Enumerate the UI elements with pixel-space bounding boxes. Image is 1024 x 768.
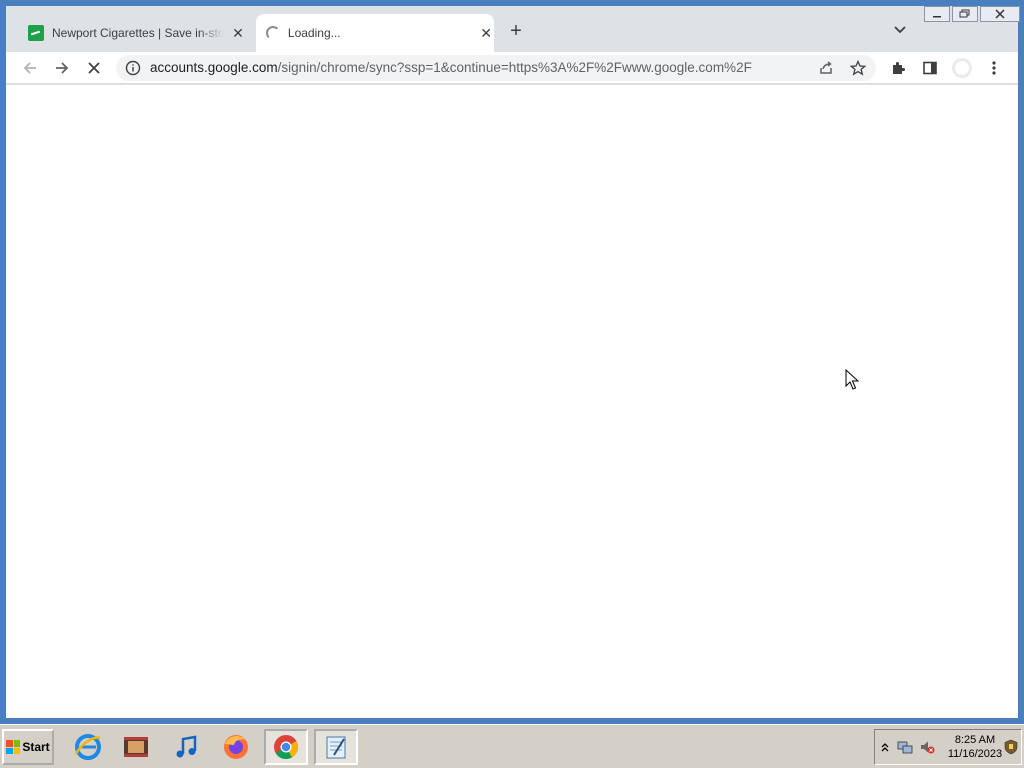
- itunes-icon[interactable]: [164, 729, 208, 765]
- address-bar[interactable]: accounts.google.com/signin/chrome/sync?s…: [116, 55, 876, 81]
- url-path: /signin/chrome/sync?ssp=1&continue=https…: [277, 60, 752, 75]
- start-label: Start: [22, 740, 50, 754]
- tray-expand-icon[interactable]: [877, 739, 893, 755]
- share-icon[interactable]: [814, 56, 838, 80]
- tab-newport[interactable]: Newport Cigarettes | Save in-store ✕: [20, 14, 256, 52]
- close-tab-icon[interactable]: ✕: [230, 25, 246, 41]
- url-text[interactable]: accounts.google.com/signin/chrome/sync?s…: [150, 60, 780, 75]
- mouse-cursor-icon: [845, 368, 860, 391]
- minimize-button[interactable]: [924, 6, 950, 22]
- profile-avatar-icon[interactable]: [950, 56, 974, 80]
- close-tab-icon[interactable]: ✕: [478, 25, 494, 41]
- extensions-puzzle-icon[interactable]: [886, 56, 910, 80]
- taskbar: Start 8:25 AM 11/16/2023: [0, 724, 1024, 768]
- firefox-icon[interactable]: [214, 729, 258, 765]
- system-tray: 8:25 AM 11/16/2023: [874, 729, 1022, 765]
- side-panel-icon[interactable]: [918, 56, 942, 80]
- notepad-icon[interactable]: [314, 729, 358, 765]
- film-strip-icon[interactable]: [114, 729, 158, 765]
- tab-search-chevron-icon[interactable]: [890, 20, 910, 40]
- site-info-icon[interactable]: [124, 59, 142, 77]
- back-button[interactable]: [18, 56, 42, 80]
- maximize-button[interactable]: [952, 6, 978, 22]
- network-icon[interactable]: [897, 739, 913, 755]
- browser-frame: Newport Cigarettes | Save in-store ✕ Loa…: [6, 6, 1020, 718]
- browser-toolbar: accounts.google.com/signin/chrome/sync?s…: [6, 52, 1018, 84]
- tab-title: Loading...: [287, 26, 341, 40]
- window-caption-buttons: [922, 6, 1020, 22]
- tab-title: Newport Cigarettes | Save in-store: [52, 26, 224, 40]
- windows-logo-icon: [6, 740, 21, 754]
- browser-window: Newport Cigarettes | Save in-store ✕ Loa…: [0, 0, 1024, 724]
- page-content[interactable]: [6, 85, 1018, 718]
- menu-dots-icon[interactable]: [982, 56, 1006, 80]
- volume-muted-icon[interactable]: [919, 739, 935, 755]
- internet-explorer-icon[interactable]: [66, 729, 110, 765]
- clock-date: 11/16/2023: [947, 748, 1003, 760]
- newport-favicon-icon: [28, 25, 44, 41]
- clock[interactable]: 8:25 AM 11/16/2023: [945, 733, 1005, 761]
- clock-time: 8:25 AM: [954, 734, 996, 746]
- start-button[interactable]: Start: [2, 729, 54, 765]
- url-domain: accounts.google.com: [150, 60, 278, 75]
- tab-strip: Newport Cigarettes | Save in-store ✕ Loa…: [6, 6, 1020, 52]
- forward-button[interactable]: [50, 56, 74, 80]
- chrome-icon[interactable]: [264, 729, 308, 765]
- stop-loading-button[interactable]: [82, 56, 106, 80]
- new-tab-button[interactable]: +: [504, 19, 528, 43]
- loading-spinner-icon: [266, 26, 280, 40]
- tab-loading[interactable]: Loading... ✕: [256, 14, 494, 52]
- close-window-button[interactable]: [980, 6, 1020, 22]
- security-shield-icon[interactable]: [1003, 739, 1019, 755]
- bookmark-star-icon[interactable]: [846, 56, 870, 80]
